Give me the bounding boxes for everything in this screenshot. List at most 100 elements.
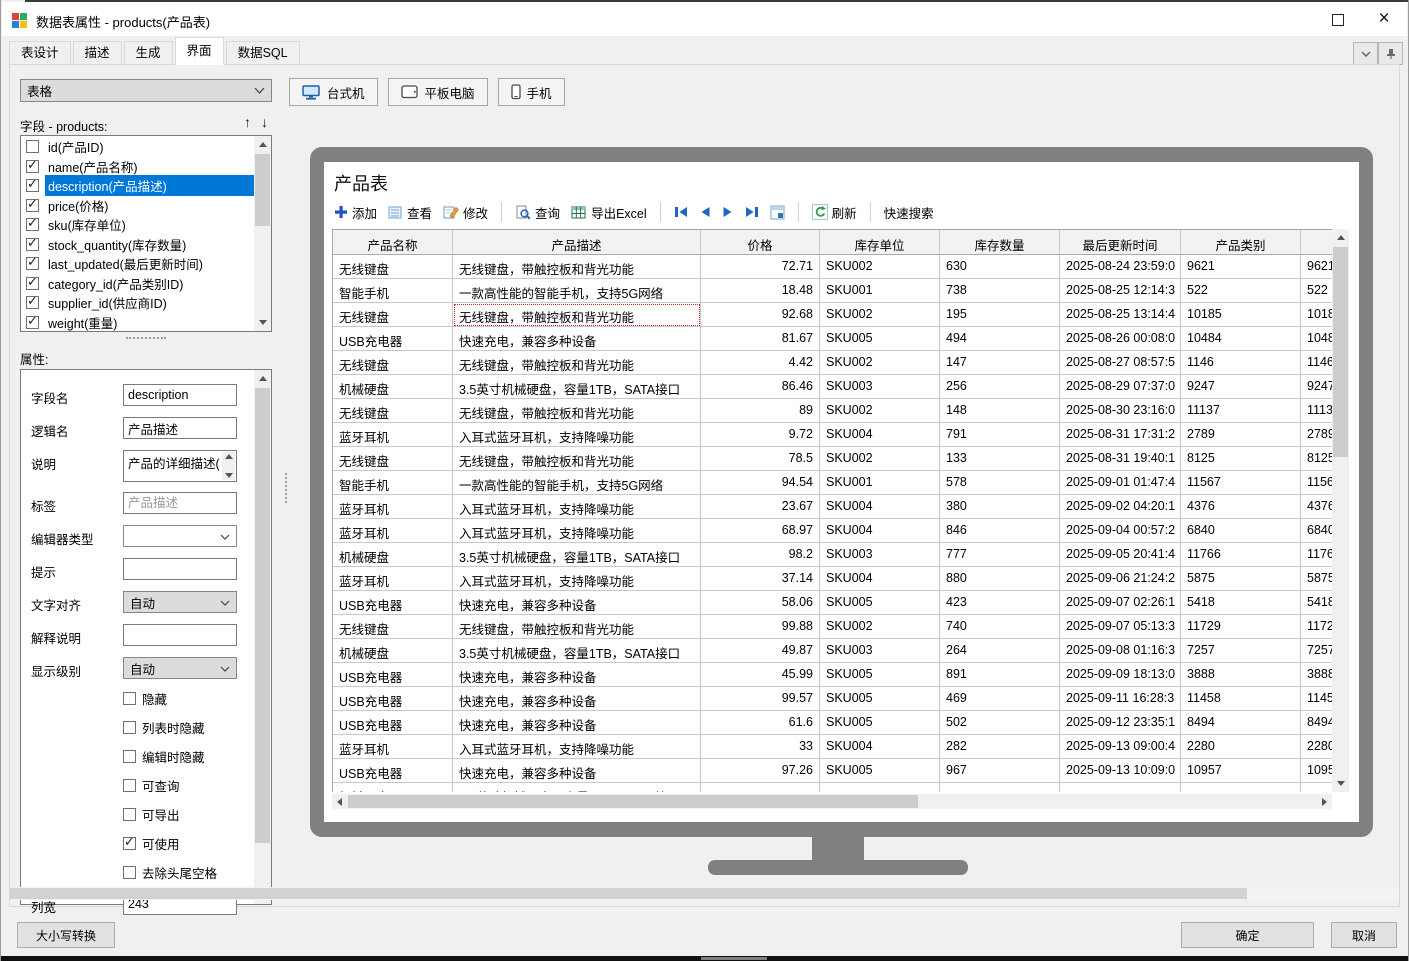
- checkbox[interactable]: ✓: [26, 277, 39, 290]
- table-cell[interactable]: 3.5英寸机械硬盘，容量1TB，SATA接口: [453, 783, 701, 792]
- scroll-down-icon[interactable]: [1332, 775, 1349, 792]
- table-cell[interactable]: 81.67: [701, 327, 820, 351]
- table-cell[interactable]: 机械硬盘: [333, 543, 453, 567]
- table-cell[interactable]: 4376: [1181, 495, 1301, 519]
- table-cell[interactable]: 1156: [1301, 471, 1332, 495]
- scrollbar-thumb[interactable]: [255, 388, 270, 843]
- table-cell[interactable]: 99.57: [701, 687, 820, 711]
- table-cell[interactable]: 入耳式蓝牙耳机，支持降噪功能: [453, 519, 701, 543]
- table-cell[interactable]: 1018: [1301, 303, 1332, 327]
- table-cell[interactable]: SKU002: [820, 615, 940, 639]
- table-cell[interactable]: SKU002: [820, 303, 940, 327]
- table-cell[interactable]: USB充电器: [333, 759, 453, 783]
- property-input-hint[interactable]: [123, 558, 237, 580]
- property-select-display-level[interactable]: 自动: [123, 657, 237, 679]
- table-cell[interactable]: 78.5: [701, 447, 820, 471]
- table-cell[interactable]: 2025-08-25 12:14:3: [1060, 279, 1181, 303]
- scrollbar-thumb[interactable]: [348, 795, 918, 808]
- table-row[interactable]: 无线键盘无线键盘，带触控板和背光功能4.42SKU0021472025-08-2…: [333, 351, 1332, 375]
- property-input-field-name[interactable]: [123, 384, 237, 406]
- properties-scrollbar[interactable]: [254, 370, 271, 904]
- field-item[interactable]: ✓sku(库存单位): [21, 215, 254, 235]
- table-cell[interactable]: 1095: [1301, 759, 1332, 783]
- scroll-down-icon[interactable]: [225, 473, 233, 478]
- collapse-button[interactable]: [1353, 42, 1378, 65]
- checkbox[interactable]: ✓: [26, 179, 39, 192]
- table-cell[interactable]: 1113: [1301, 399, 1332, 423]
- device-button-phone[interactable]: 手机: [498, 78, 565, 106]
- table-cell[interactable]: 891: [940, 663, 1060, 687]
- toolbar-export-excel-button[interactable]: 导出Excel: [569, 203, 649, 222]
- table-cell[interactable]: 99.88: [701, 615, 820, 639]
- property-input-tag[interactable]: [123, 492, 237, 514]
- table-cell[interactable]: 846: [940, 519, 1060, 543]
- grid-vertical-scrollbar[interactable]: [1332, 229, 1349, 792]
- title-bar[interactable]: 数据表属性 - products(产品表) ×: [2, 2, 1407, 36]
- table-cell[interactable]: 2025-09-13 10:09:0: [1060, 759, 1181, 783]
- table-cell[interactable]: 蓝牙耳机: [333, 495, 453, 519]
- field-item[interactable]: ✓name(产品名称): [21, 157, 254, 177]
- toolbar-add-button[interactable]: 添加: [332, 203, 379, 222]
- table-cell[interactable]: 1172: [1301, 615, 1332, 639]
- table-cell[interactable]: 2025-09-02 04:20:1: [1060, 495, 1181, 519]
- table-cell[interactable]: 133: [940, 447, 1060, 471]
- table-cell[interactable]: 机械硬盘: [333, 783, 453, 792]
- table-cell[interactable]: SKU005: [820, 327, 940, 351]
- table-cell[interactable]: 10484: [1181, 327, 1301, 351]
- table-row[interactable]: 智能手机一款高性能的智能手机，支持5G网络94.54SKU0015782025-…: [333, 471, 1332, 495]
- table-cell[interactable]: 494: [940, 327, 1060, 351]
- toolbar-nav-last-button[interactable]: [743, 206, 761, 218]
- table-row[interactable]: 机械硬盘3.5英寸机械硬盘，容量1TB，SATA接口: [333, 783, 1332, 792]
- checkbox[interactable]: [26, 140, 39, 153]
- field-item[interactable]: ✓supplier_id(供应商ID): [21, 293, 254, 313]
- table-row[interactable]: USB充电器快速充电，兼容多种设备99.57SKU0054692025-09-1…: [333, 687, 1332, 711]
- table-cell[interactable]: 2280: [1181, 735, 1301, 759]
- table-cell[interactable]: 2025-09-11 16:28:3: [1060, 687, 1181, 711]
- scroll-left-icon[interactable]: [332, 794, 347, 809]
- scroll-right-icon[interactable]: [1317, 794, 1332, 809]
- field-item[interactable]: ✓price(价格): [21, 196, 254, 216]
- table-cell[interactable]: 无线键盘，带触控板和背光功能: [453, 303, 701, 327]
- table-cell[interactable]: SKU003: [820, 543, 940, 567]
- table-cell[interactable]: 2025-08-26 00:08:0: [1060, 327, 1181, 351]
- table-cell[interactable]: SKU002: [820, 255, 940, 279]
- table-cell[interactable]: 11458: [1181, 687, 1301, 711]
- table-cell[interactable]: [701, 783, 820, 792]
- table-cell[interactable]: 967: [940, 759, 1060, 783]
- table-row[interactable]: 无线键盘无线键盘，带触控板和背光功能72.71SKU0026302025-08-…: [333, 255, 1332, 279]
- table-cell[interactable]: 入耳式蓝牙耳机，支持降噪功能: [453, 495, 701, 519]
- table-cell[interactable]: 3888: [1181, 663, 1301, 687]
- table-cell[interactable]: SKU002: [820, 399, 940, 423]
- table-cell[interactable]: 2025-08-30 23:16:0: [1060, 399, 1181, 423]
- table-cell[interactable]: 4376: [1301, 495, 1332, 519]
- table-cell[interactable]: 630: [940, 255, 1060, 279]
- table-cell[interactable]: SKU005: [820, 687, 940, 711]
- table-cell[interactable]: 256: [940, 375, 1060, 399]
- table-row[interactable]: USB充电器快速充电，兼容多种设备45.99SKU0058912025-09-0…: [333, 663, 1332, 687]
- pin-button[interactable]: [1378, 42, 1403, 65]
- ok-button[interactable]: 确定: [1181, 922, 1314, 948]
- table-row[interactable]: 无线键盘无线键盘，带触控板和背光功能92.68SKU0021952025-08-…: [333, 303, 1332, 327]
- table-cell[interactable]: 6840: [1181, 519, 1301, 543]
- case-convert-button[interactable]: 大小写转换: [17, 922, 115, 948]
- grid-horizontal-scrollbar[interactable]: [332, 794, 1332, 809]
- table-cell[interactable]: 195: [940, 303, 1060, 327]
- toolbar-nav-next-button[interactable]: [720, 206, 736, 218]
- table-cell[interactable]: 3.5英寸机械硬盘，容量1TB，SATA接口: [453, 375, 701, 399]
- checkbox[interactable]: [123, 750, 136, 763]
- move-field-down-button[interactable]: ↓: [261, 115, 268, 129]
- table-cell[interactable]: 1176: [1301, 543, 1332, 567]
- scroll-up-icon[interactable]: [1332, 229, 1349, 246]
- table-cell[interactable]: 2025-08-29 07:37:0: [1060, 375, 1181, 399]
- table-cell[interactable]: 3.5英寸机械硬盘，容量1TB，SATA接口: [453, 543, 701, 567]
- table-cell[interactable]: SKU005: [820, 591, 940, 615]
- table-cell[interactable]: 8125: [1301, 447, 1332, 471]
- column-header[interactable]: [1301, 230, 1332, 255]
- table-cell[interactable]: 无线键盘，带触控板和背光功能: [453, 351, 701, 375]
- view-type-select[interactable]: 表格: [20, 79, 272, 102]
- table-row[interactable]: USB充电器快速充电，兼容多种设备61.6SKU0055022025-09-12…: [333, 711, 1332, 735]
- scroll-up-icon[interactable]: [254, 136, 271, 153]
- table-cell[interactable]: SKU004: [820, 567, 940, 591]
- table-row[interactable]: 蓝牙耳机入耳式蓝牙耳机，支持降噪功能37.14SKU0048802025-09-…: [333, 567, 1332, 591]
- table-cell[interactable]: 264: [940, 639, 1060, 663]
